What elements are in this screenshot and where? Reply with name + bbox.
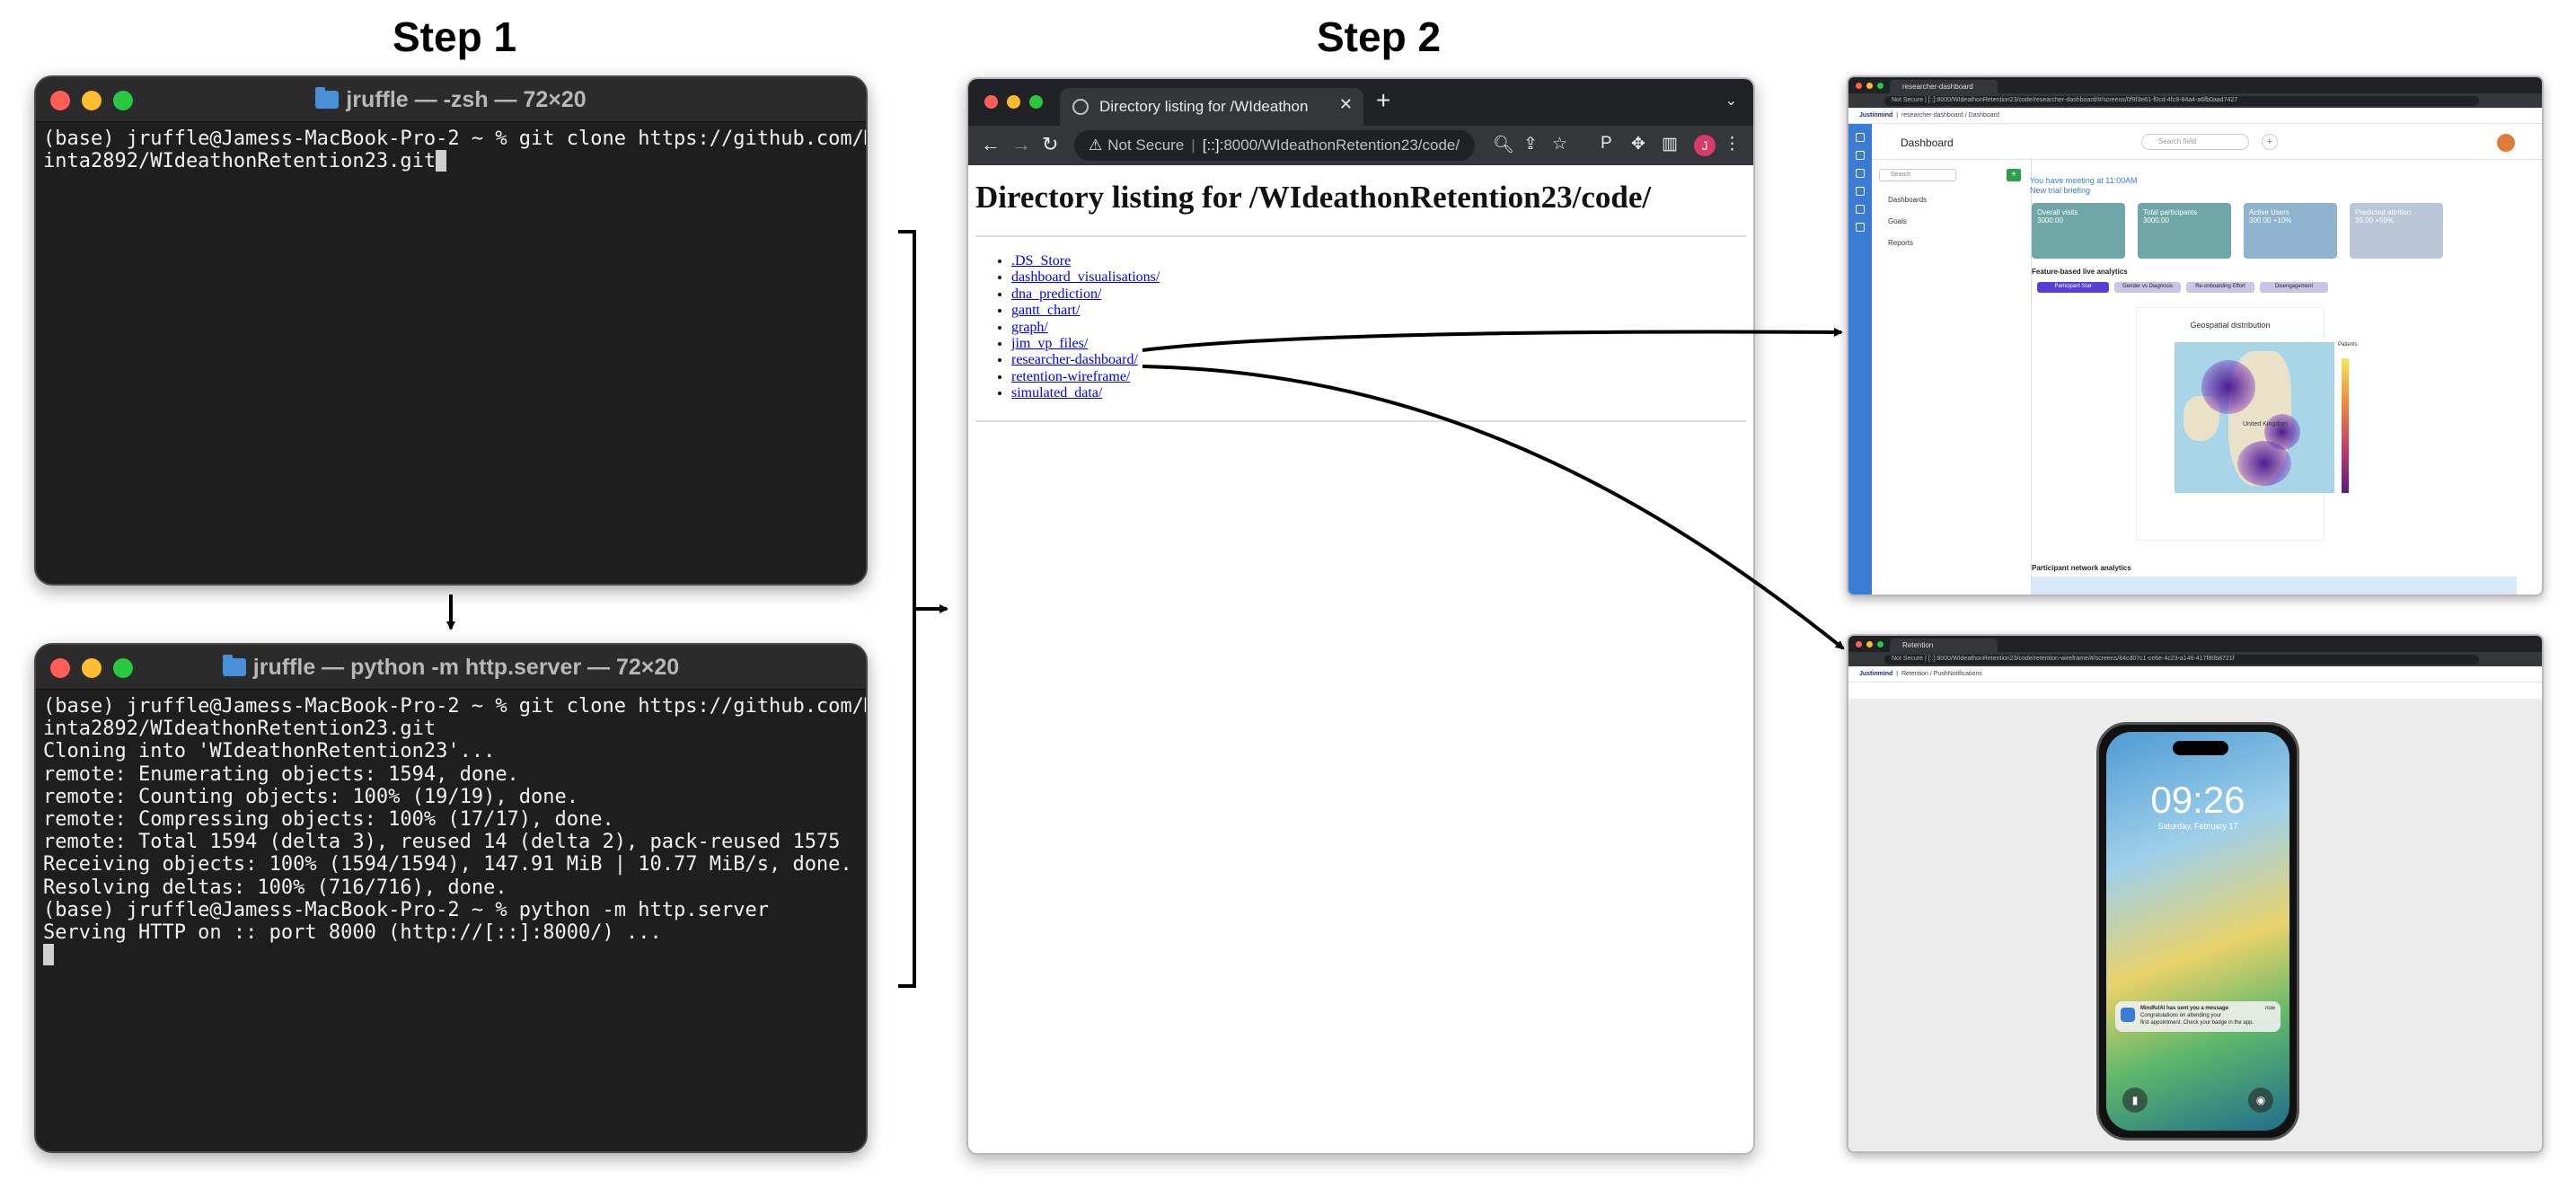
arrow-to-dashboard [1142, 327, 1843, 352]
arrow-to-retention [1142, 365, 1845, 650]
bracket [898, 230, 916, 988]
connector-arrows [446, 230, 1845, 988]
